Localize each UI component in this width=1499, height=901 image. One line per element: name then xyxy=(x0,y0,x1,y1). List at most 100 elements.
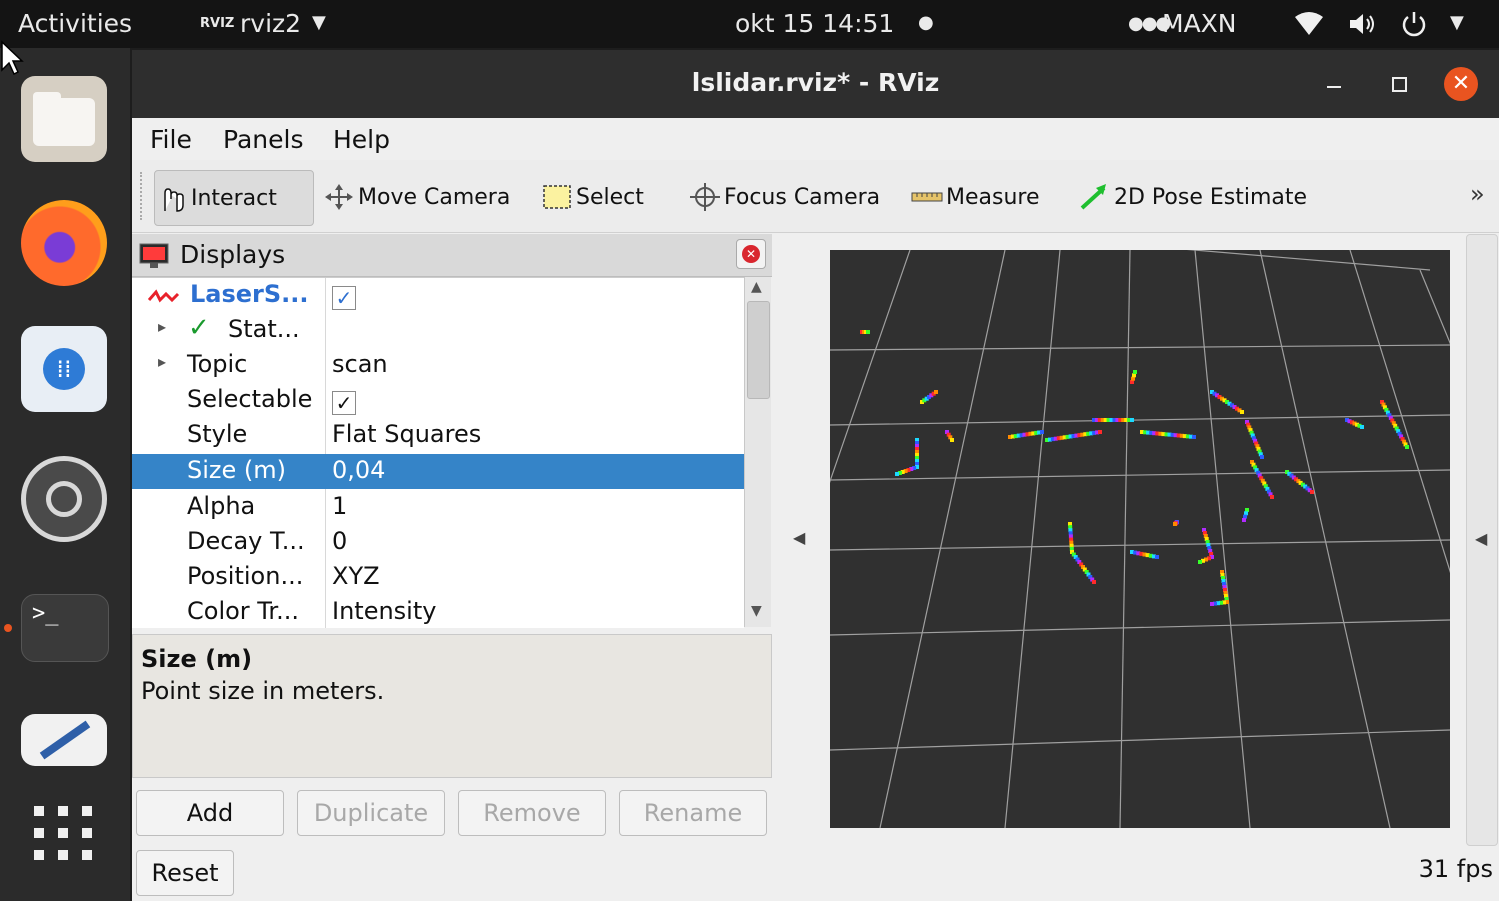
mouse-cursor-icon xyxy=(1,40,24,76)
minimize-icon[interactable] xyxy=(1327,86,1341,88)
window-title: lslidar.rviz* - RViz xyxy=(691,68,940,97)
focus-camera-tool-button[interactable]: Focus Camera xyxy=(688,170,880,224)
measure-tool-button[interactable]: Measure xyxy=(910,170,1040,224)
terminal-icon[interactable]: >_ xyxy=(21,594,109,662)
volume-icon[interactable] xyxy=(1348,11,1378,37)
panel-close-button[interactable]: ✕ xyxy=(736,239,766,269)
scan-point xyxy=(1242,518,1246,522)
title-bar[interactable]: lslidar.rviz* - RViz ✕ xyxy=(132,50,1499,118)
app-menu[interactable]: rviz2 xyxy=(240,9,301,38)
displays-panel-header: Displays ✕ xyxy=(132,234,772,277)
system-menu-chevron-icon[interactable]: ▼ xyxy=(1450,12,1464,33)
select-tool-button[interactable]: Select xyxy=(540,170,644,224)
collapse-right-icon[interactable]: ◀ xyxy=(1475,529,1487,548)
interact-tool-button[interactable]: Interact xyxy=(154,170,314,226)
add-button[interactable]: Add xyxy=(136,790,284,836)
menu-panels[interactable]: Panels xyxy=(223,125,303,154)
tree-row-size[interactable]: Size (m) 0,04 xyxy=(132,454,744,489)
scan-point xyxy=(1270,495,1274,499)
hand-pointer-icon xyxy=(155,183,189,213)
size-value[interactable]: 0,04 xyxy=(332,456,385,484)
chevron-down-icon[interactable]: ▼ xyxy=(312,12,326,33)
grid-line xyxy=(830,250,911,484)
right-dock-handle[interactable]: ◀ xyxy=(1466,234,1498,846)
properties-tree[interactable]: LaserS... ✓ ▸ ✓ Stat... ▸ Topic scan Sel… xyxy=(132,277,744,628)
tree-row-position-transformer[interactable]: Position... XYZ xyxy=(132,560,744,595)
selectable-key: Selectable xyxy=(187,385,313,413)
position-transformer-value[interactable]: XYZ xyxy=(332,562,380,590)
selectable-checkbox[interactable]: ✓ xyxy=(332,385,356,415)
collapse-left-icon[interactable]: ◀ xyxy=(793,528,805,547)
menu-file[interactable]: File xyxy=(150,125,192,154)
pose-estimate-tool-button[interactable]: 2D Pose Estimate xyxy=(1078,170,1307,224)
monitor-icon xyxy=(139,243,169,268)
tree-row-laserscan[interactable]: LaserS... ✓ xyxy=(132,278,744,313)
grid-line xyxy=(1194,250,1251,828)
wifi-icon[interactable] xyxy=(1294,11,1324,37)
pose-estimate-label: 2D Pose Estimate xyxy=(1114,184,1308,210)
firefox-icon[interactable] xyxy=(21,200,107,286)
clock[interactable]: okt 15 14:51 xyxy=(735,9,894,38)
toolbar-overflow-icon[interactable]: » xyxy=(1470,180,1485,208)
scrollbar-thumb[interactable] xyxy=(747,301,770,399)
tree-row-color-transformer[interactable]: Color Tr... Intensity xyxy=(132,595,744,628)
grid-line xyxy=(1186,250,1431,271)
expand-arrow-icon[interactable]: ▸ xyxy=(158,317,166,336)
power-mode-label[interactable]: MAXN xyxy=(1162,9,1237,38)
color-transformer-key: Color Tr... xyxy=(187,597,299,625)
software-icon[interactable]: ⁞⁞ xyxy=(21,326,107,412)
topic-key: Topic xyxy=(187,350,248,378)
dock: ⁞⁞ >_ xyxy=(0,48,130,901)
tree-row-status[interactable]: ▸ ✓ Stat... xyxy=(132,313,744,348)
move-camera-tool-button[interactable]: Move Camera xyxy=(322,170,510,224)
tree-row-style[interactable]: Style Flat Squares xyxy=(132,418,744,453)
close-icon: ✕ xyxy=(742,245,760,263)
alpha-key: Alpha xyxy=(187,492,256,520)
menu-help[interactable]: Help xyxy=(333,125,390,154)
tree-row-selectable[interactable]: Selectable ✓ xyxy=(132,383,744,418)
scan-point xyxy=(1173,522,1177,526)
scroll-down-icon[interactable]: ▼ xyxy=(751,603,762,619)
color-transformer-value[interactable]: Intensity xyxy=(332,597,436,625)
style-value[interactable]: Flat Squares xyxy=(332,420,481,448)
scroll-up-icon[interactable]: ▲ xyxy=(751,279,762,295)
text-editor-icon[interactable] xyxy=(21,714,107,766)
enabled-checkbox[interactable]: ✓ xyxy=(332,280,356,310)
tree-row-topic[interactable]: ▸ Topic scan xyxy=(132,348,744,383)
scan-point xyxy=(1210,602,1214,606)
tree-row-alpha[interactable]: Alpha 1 xyxy=(132,490,744,525)
tree-row-decay-time[interactable]: Decay T... 0 xyxy=(132,525,744,560)
expand-arrow-icon[interactable]: ▸ xyxy=(158,352,166,371)
select-label: Select xyxy=(576,184,644,210)
scan-point xyxy=(1092,580,1096,584)
toolbar-handle[interactable] xyxy=(140,172,145,220)
close-icon[interactable]: ✕ xyxy=(1444,67,1478,101)
show-apps-icon[interactable] xyxy=(34,806,94,866)
ok-check-icon: ✓ xyxy=(188,313,210,343)
move-arrows-icon xyxy=(322,182,356,212)
3d-render-view[interactable] xyxy=(830,250,1450,828)
alpha-value[interactable]: 1 xyxy=(332,492,347,520)
property-description: Size (m) Point size in meters. xyxy=(132,634,772,778)
reset-button[interactable]: Reset xyxy=(136,850,234,896)
grid-line xyxy=(830,539,1450,551)
scan-point xyxy=(1260,455,1264,459)
vertical-scrollbar[interactable]: ▲ ▼ xyxy=(744,277,771,627)
rename-button[interactable]: Rename xyxy=(619,790,767,836)
decay-time-value[interactable]: 0 xyxy=(332,527,347,555)
power-icon[interactable] xyxy=(1400,10,1428,38)
scan-point xyxy=(1360,425,1364,429)
activities-button[interactable]: Activities xyxy=(18,9,132,38)
duplicate-button[interactable]: Duplicate xyxy=(297,790,445,836)
files-icon[interactable] xyxy=(21,76,107,162)
maximize-icon[interactable] xyxy=(1392,77,1407,92)
ruler-icon xyxy=(910,182,944,212)
topic-value[interactable]: scan xyxy=(332,350,388,378)
settings-icon[interactable] xyxy=(21,456,107,542)
description-title: Size (m) xyxy=(141,645,253,673)
scan-point xyxy=(1155,555,1159,559)
displays-panel: Displays ✕ LaserS... ✓ ▸ ✓ Stat... ▸ Top… xyxy=(132,234,772,901)
remove-button[interactable]: Remove xyxy=(458,790,606,836)
measure-label: Measure xyxy=(946,184,1040,210)
focus-camera-label: Focus Camera xyxy=(724,184,881,210)
